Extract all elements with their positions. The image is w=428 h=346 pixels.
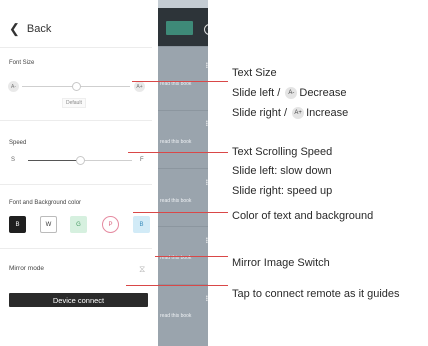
speed-fast-label: F [140, 157, 144, 163]
connect-pointer-line [126, 285, 228, 286]
callout-text: Slide right / [232, 107, 288, 119]
list-item[interactable]: read this book [160, 139, 191, 145]
speed-slider-fill [28, 160, 80, 161]
font-size-slider-handle[interactable] [72, 82, 81, 91]
font-increase-button[interactable]: A+ [134, 81, 145, 92]
list-item[interactable]: read this book [160, 313, 191, 319]
divider [0, 47, 152, 48]
speed-slider-handle[interactable] [76, 156, 85, 165]
current-book-thumbnail [166, 21, 193, 35]
back-button[interactable]: ❮ Back [9, 22, 51, 35]
back-label: Back [26, 22, 52, 35]
connect-callout-title: Tap to connect remote as it guides [232, 288, 400, 300]
divider [0, 248, 152, 249]
book-list-background [158, 0, 208, 346]
color-pointer-line [133, 212, 228, 213]
callout-text: Increase [306, 107, 349, 119]
font-increase-icon: A+ [292, 107, 305, 120]
text-size-callout-decrease: Slide left / A- Decrease [232, 87, 347, 100]
list-row-divider [158, 110, 208, 111]
speed-pointer-line [128, 152, 228, 153]
list-row-divider [158, 226, 208, 227]
color-label: Font and Background color [9, 200, 82, 206]
text-size-callout-title: Text Size [232, 67, 277, 79]
font-decrease-button[interactable]: A- [8, 81, 19, 92]
hourglass-icon[interactable]: ⧖ [139, 264, 145, 275]
chevron-left-icon: ❮ [9, 21, 20, 36]
settings-panel: ❮ Back Font Size A- A+ Default Speed S F… [0, 0, 158, 346]
default-size-label: Default [62, 98, 86, 108]
speed-slider[interactable] [28, 156, 132, 165]
list-item[interactable]: read this book [160, 198, 191, 204]
font-size-slider[interactable] [22, 82, 130, 91]
font-decrease-icon: A- [285, 87, 298, 100]
color-white-button[interactable]: W [40, 216, 57, 233]
device-connect-button[interactable]: Device connect [9, 293, 148, 307]
speed-callout-slow: Slide left: slow down [232, 165, 332, 177]
speed-slow-label: S [11, 157, 16, 163]
text-size-callout-increase: Slide right / A+ Increase [232, 107, 349, 120]
callout-text: Slide left / [232, 87, 281, 99]
speed-callout-fast: Slide right: speed up [232, 185, 333, 197]
divider [0, 184, 152, 185]
list-top-strip [158, 0, 208, 8]
speed-callout-title: Text Scrolling Speed [232, 146, 333, 158]
list-row-divider [158, 46, 208, 47]
color-callout-title: Color of text and background [232, 210, 374, 222]
mirror-mode-label: Mirror mode [9, 265, 45, 272]
mirror-callout-title: Mirror Image Switch [232, 257, 330, 269]
mirror-pointer-line [155, 256, 228, 257]
color-black-button[interactable]: B [9, 216, 26, 233]
divider [0, 120, 152, 121]
font-size-label: Font Size [9, 60, 35, 66]
color-blue-button[interactable]: B [133, 216, 150, 233]
color-green-button[interactable]: G [70, 216, 87, 233]
text-size-pointer-line [132, 81, 228, 82]
list-row-divider [158, 168, 208, 169]
callout-text: Decrease [299, 87, 347, 99]
speed-label: Speed [9, 140, 27, 146]
color-pink-button[interactable]: P [102, 216, 119, 233]
